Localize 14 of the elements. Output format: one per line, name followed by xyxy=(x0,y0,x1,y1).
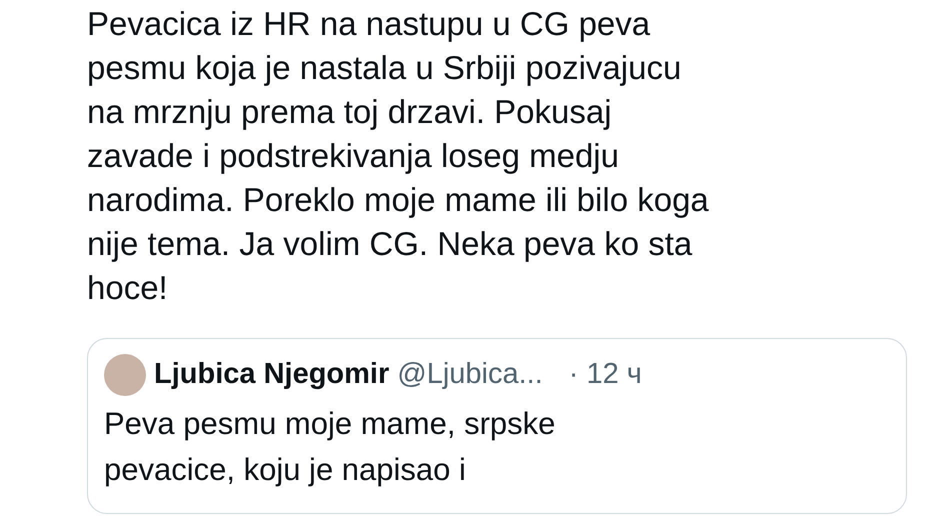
tweet-text-line: narodima. Poreklo moje mame ili bilo koga xyxy=(87,180,709,220)
tweet-text-line: nije tema. Ja volim CG. Neka peva ko sta xyxy=(87,224,692,264)
tweet-text-line: na mrznju prema toj drzavi. Pokusaj xyxy=(87,92,612,132)
tweet-text-line: Pevacica iz HR na nastupu u CG peva xyxy=(87,4,650,44)
quoted-text-line: pevacice, koju je napisao i xyxy=(104,450,466,488)
avatar xyxy=(104,354,146,396)
quoted-tweet-card[interactable]: Ljubica Njegomir @Ljubica... · 12 ч Peva pesmu moje mame, srpske pevacice, koju je napisao i xyxy=(87,338,907,514)
tweet-text-line: hoce! xyxy=(87,268,168,308)
tweet-text-line: pesmu koja je nastala u Srbiji pozivajucu xyxy=(87,48,682,88)
author-name: Ljubica Njegomir xyxy=(154,357,390,392)
tweet-text-line: zavade i podstrekivanja loseg medju xyxy=(87,136,619,176)
author-handle: @Ljubica... xyxy=(397,357,543,392)
post-time: · 12 ч xyxy=(568,357,642,392)
quoted-text-line: Peva pesmu moje mame, srpske xyxy=(104,404,556,442)
